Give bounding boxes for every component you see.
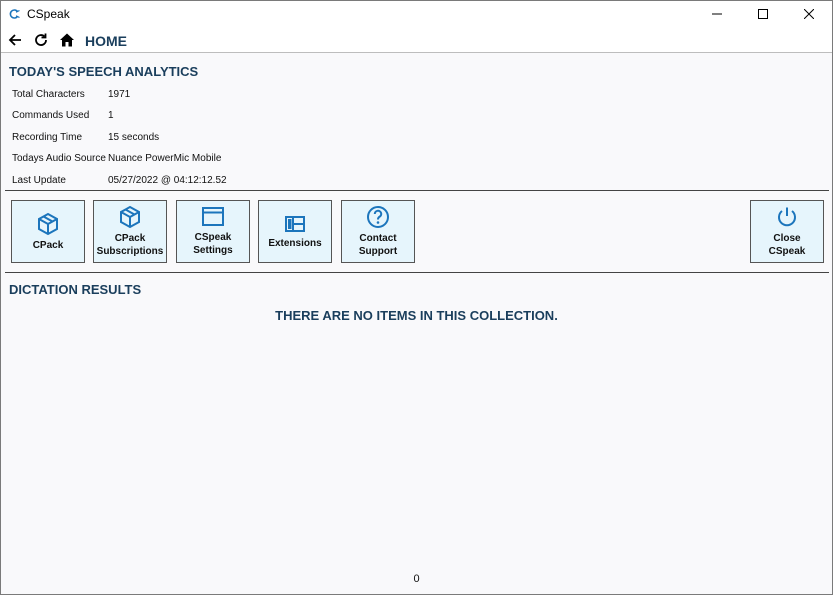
cpack-button[interactable]: CPack xyxy=(11,200,85,263)
cspeak-settings-label: CSpeak Settings xyxy=(193,232,233,256)
back-button[interactable] xyxy=(5,30,25,50)
layout-icon xyxy=(285,215,305,232)
results-count: 0 xyxy=(413,573,420,585)
app-window: CSpeak HOME TODAY'S SPEECH ANALYTICS Tot… xyxy=(0,0,833,595)
nav-bar: HOME xyxy=(1,27,832,53)
contact-support-button[interactable]: Contact Support xyxy=(341,200,415,263)
stat-value-total-characters: 1971 xyxy=(108,89,131,100)
stat-label-recording-time: Recording Time xyxy=(12,132,83,143)
stat-value-audio-source: Nuance PowerMic Mobile xyxy=(108,153,222,164)
cpack-subscriptions-label: CPack Subscriptions xyxy=(96,233,164,257)
close-icon xyxy=(804,9,814,19)
contact-support-label: Contact Support xyxy=(358,233,398,257)
extensions-button[interactable]: Extensions xyxy=(258,200,332,263)
title-bar: CSpeak xyxy=(1,1,832,27)
package-icon xyxy=(120,205,140,229)
analytics-divider xyxy=(5,190,829,191)
minimize-icon xyxy=(712,13,722,15)
stat-label-total-characters: Total Characters xyxy=(12,89,85,100)
results-heading: DICTATION RESULTS xyxy=(9,282,142,297)
home-icon xyxy=(60,33,74,47)
toolbar-divider xyxy=(5,272,829,273)
cpack-subscriptions-button[interactable]: CPack Subscriptions xyxy=(93,200,167,263)
refresh-button[interactable] xyxy=(31,30,51,50)
stat-label-audio-source: Todays Audio Source xyxy=(12,153,106,164)
app-logo-icon xyxy=(9,9,20,19)
window-title: CSpeak xyxy=(27,7,70,21)
maximize-button[interactable] xyxy=(740,1,786,27)
stat-label-last-update: Last Update xyxy=(12,175,66,186)
stat-value-commands-used: 1 xyxy=(108,110,114,121)
stat-value-last-update: 05/27/2022 @ 04:12:12.52 xyxy=(108,175,227,186)
cpack-label: CPack xyxy=(32,239,64,251)
close-window-button[interactable] xyxy=(786,1,832,27)
help-icon xyxy=(367,206,389,228)
nav-divider xyxy=(1,52,832,53)
close-cspeak-label: Close CSpeak xyxy=(768,233,806,257)
maximize-icon xyxy=(758,9,768,19)
close-cspeak-button[interactable]: Close CSpeak xyxy=(750,200,824,263)
power-icon xyxy=(778,207,796,227)
window-settings-icon xyxy=(202,207,224,226)
arrow-left-icon xyxy=(8,34,21,46)
analytics-heading: TODAY'S SPEECH ANALYTICS xyxy=(9,64,199,79)
stat-value-recording-time: 15 seconds xyxy=(108,132,160,143)
cspeak-settings-button[interactable]: CSpeak Settings xyxy=(176,200,250,263)
extensions-label: Extensions xyxy=(268,237,322,249)
package-icon xyxy=(38,212,58,235)
page-title: HOME xyxy=(85,33,127,49)
stat-label-commands-used: Commands Used xyxy=(12,110,90,121)
home-button[interactable] xyxy=(57,30,77,50)
minimize-button[interactable] xyxy=(694,1,740,27)
empty-collection-message: THERE ARE NO ITEMS IN THIS COLLECTION. xyxy=(275,308,558,323)
refresh-icon xyxy=(35,33,47,46)
